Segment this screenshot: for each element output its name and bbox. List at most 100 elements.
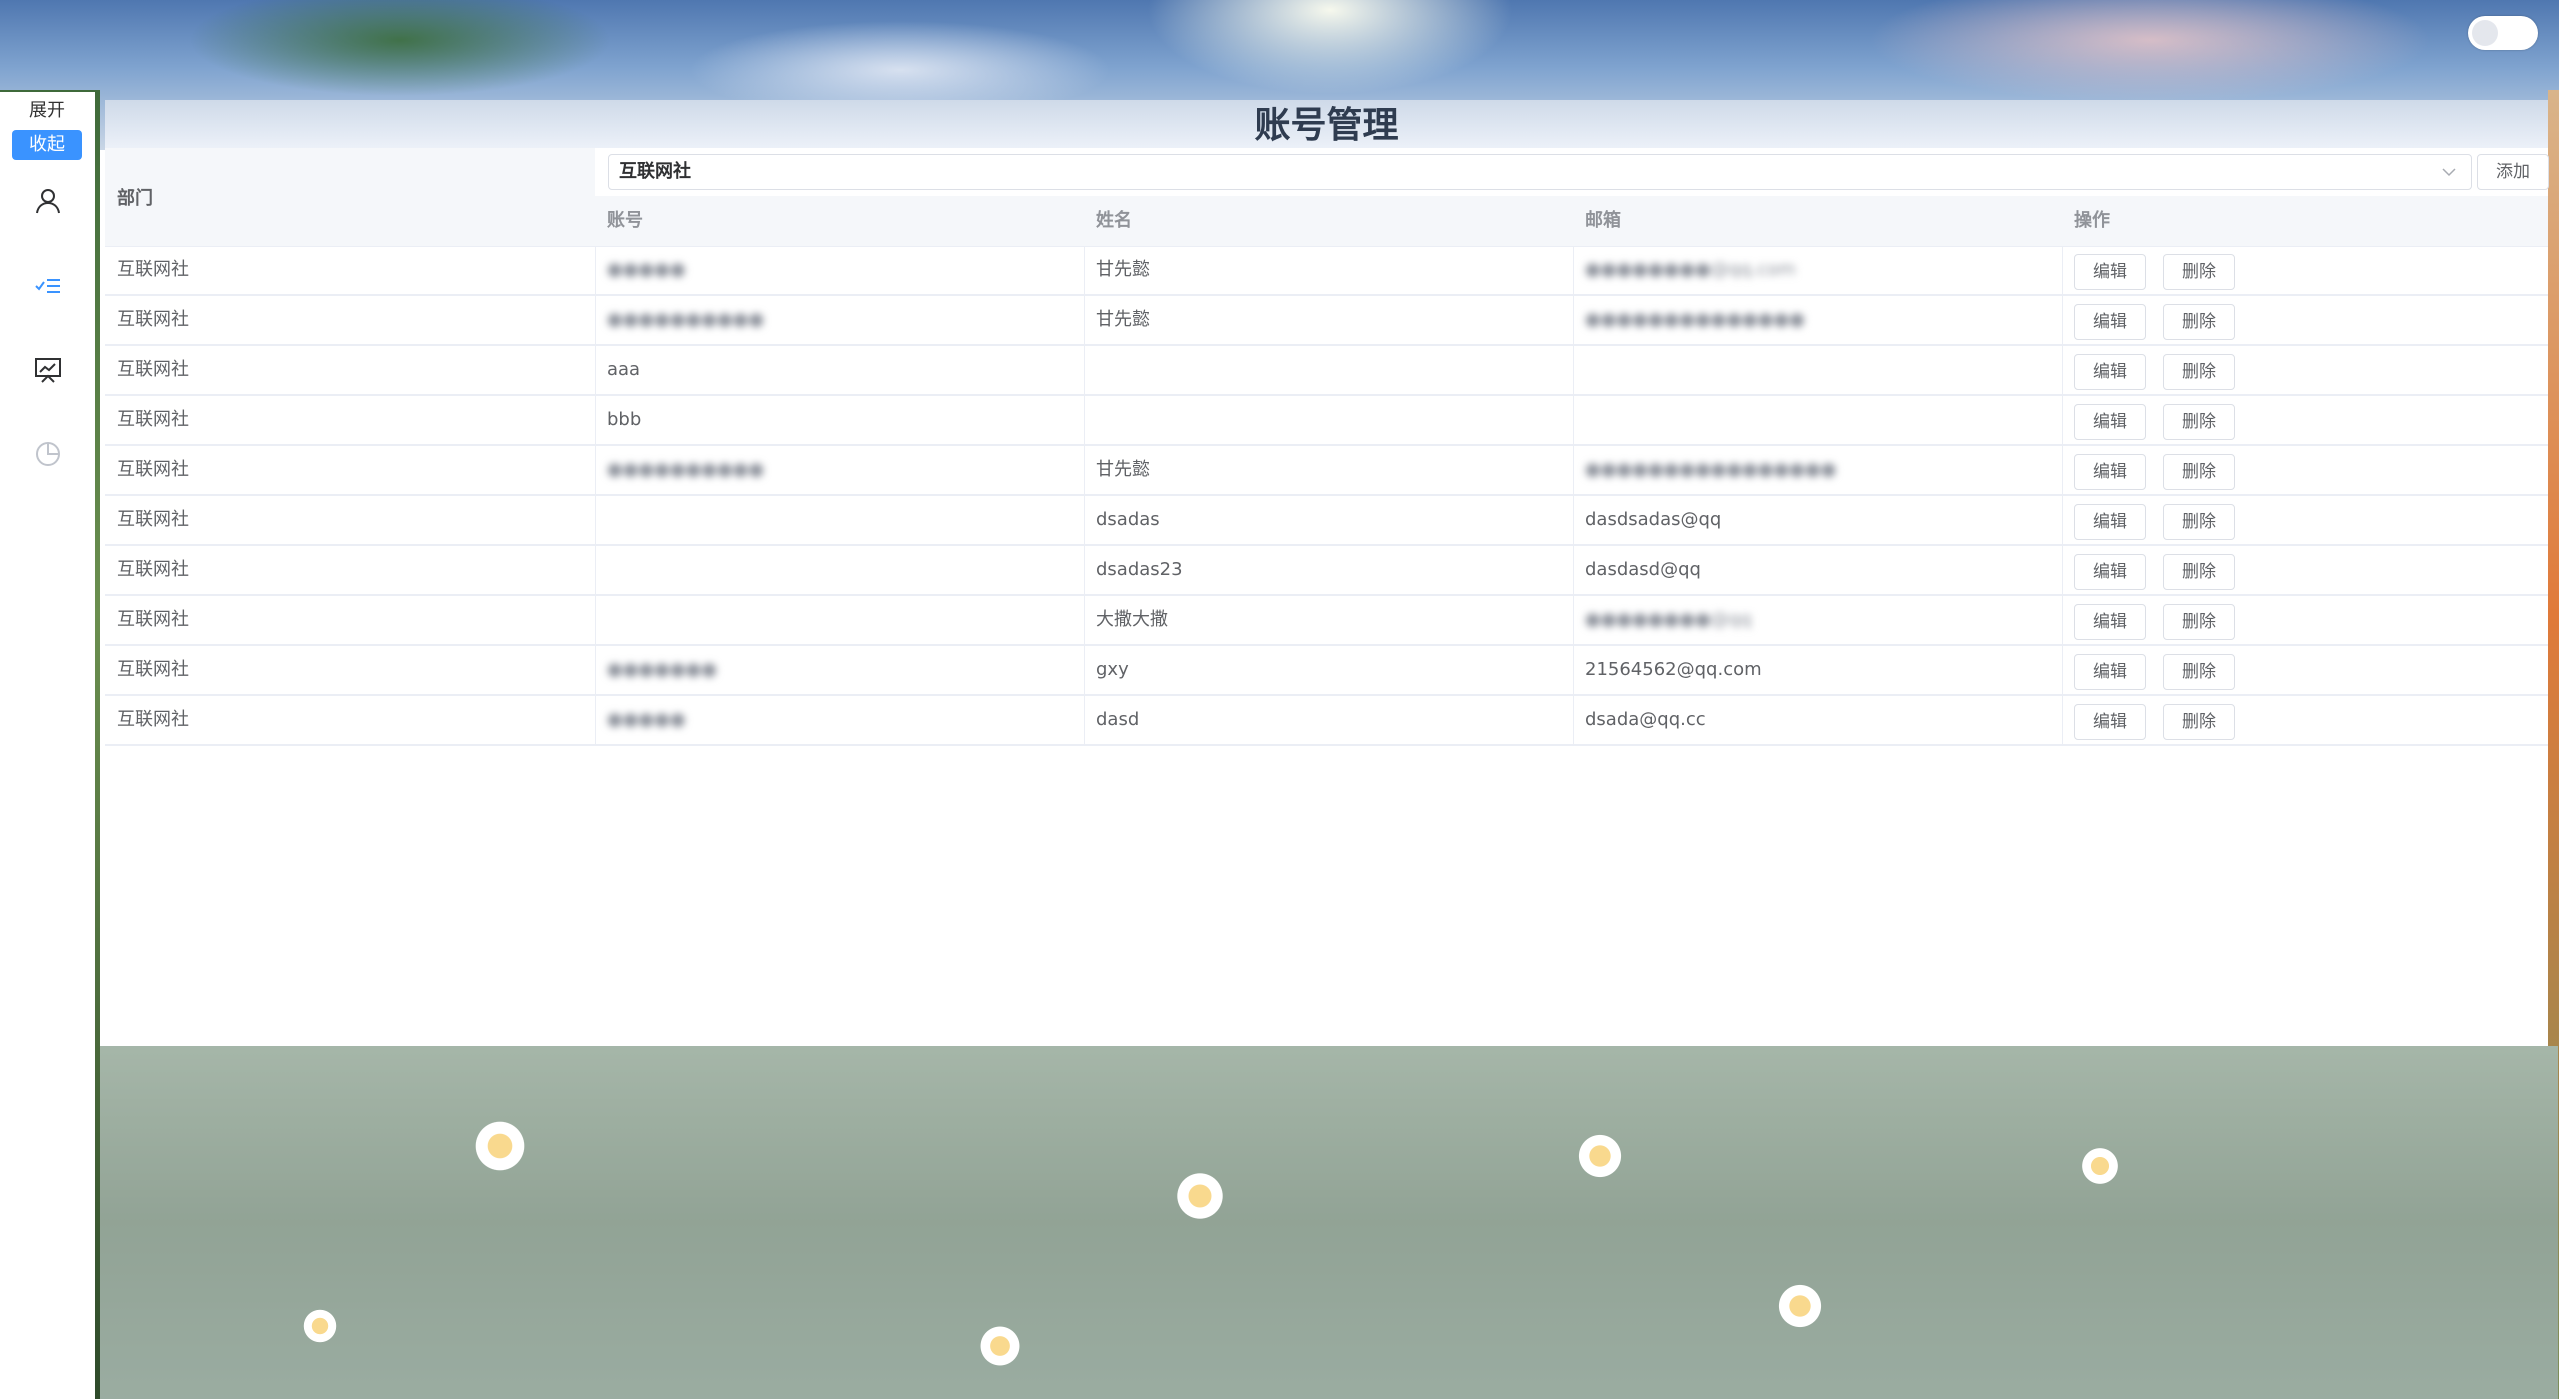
column-divider bbox=[2062, 246, 2063, 294]
delete-button[interactable]: 删除 bbox=[2163, 254, 2235, 290]
collapse-button[interactable]: 收起 bbox=[12, 130, 82, 160]
account-cell: aaa bbox=[607, 359, 641, 380]
column-divider bbox=[2062, 396, 2063, 444]
chevron-down-icon bbox=[2442, 168, 2456, 177]
column-divider bbox=[1573, 646, 1574, 694]
delete-button[interactable]: 删除 bbox=[2163, 654, 2235, 690]
delete-button[interactable]: 删除 bbox=[2163, 704, 2235, 740]
account-cell: ●●●●●●●●●● bbox=[607, 309, 765, 330]
account-cell bbox=[607, 546, 1077, 594]
column-divider bbox=[595, 696, 596, 744]
department-select-value: 互联网社 bbox=[619, 161, 691, 182]
email-cell: ●●●●●●●●@qq.com bbox=[1585, 259, 1796, 280]
sidebar: 展开 收起 bbox=[0, 92, 95, 1399]
table-header-row: 账号 姓名 邮箱 操作 bbox=[595, 196, 2548, 247]
column-divider bbox=[595, 546, 596, 594]
name-cell: dasd bbox=[1096, 709, 1140, 730]
column-divider bbox=[2062, 496, 2063, 544]
delete-button[interactable]: 删除 bbox=[2163, 404, 2235, 440]
column-divider bbox=[1084, 296, 1085, 344]
account-cell: ●●●●● bbox=[607, 709, 686, 730]
table-row: 互联网社 aaa 编辑 删除 bbox=[105, 346, 2548, 396]
delete-button[interactable]: 删除 bbox=[2163, 454, 2235, 490]
pie-chart-icon[interactable] bbox=[30, 436, 66, 472]
edit-button[interactable]: 编辑 bbox=[2074, 354, 2146, 390]
dept-cell: 互联网社 bbox=[117, 509, 189, 530]
user-icon[interactable] bbox=[30, 184, 66, 220]
email-cell: ●●●●●●●●@qq bbox=[1585, 609, 1752, 630]
column-divider bbox=[1084, 446, 1085, 494]
edit-button[interactable]: 编辑 bbox=[2074, 304, 2146, 340]
column-divider bbox=[1573, 496, 1574, 544]
table-row: 互联网社 dsadas dasdsadas@qq 编辑 删除 bbox=[105, 496, 2548, 546]
column-divider bbox=[2062, 296, 2063, 344]
table-row: 互联网社 ●●●●● dasd dsada@qq.cc 编辑 删除 bbox=[105, 696, 2548, 746]
name-cell: 大撒大撒 bbox=[1096, 609, 1168, 630]
theme-toggle[interactable] bbox=[2468, 16, 2538, 50]
edit-button[interactable]: 编辑 bbox=[2074, 454, 2146, 490]
delete-button[interactable]: 删除 bbox=[2163, 554, 2235, 590]
delete-button[interactable]: 删除 bbox=[2163, 354, 2235, 390]
table-row: 互联网社 ●●●●●●●●●● 甘先懿 ●●●●●●●●●●●●●●●● 编辑 删除 bbox=[105, 446, 2548, 496]
edit-button[interactable]: 编辑 bbox=[2074, 654, 2146, 690]
column-divider bbox=[1084, 396, 1085, 444]
delete-button[interactable]: 删除 bbox=[2163, 604, 2235, 640]
account-cell: bbb bbox=[607, 409, 642, 430]
edit-button[interactable]: 编辑 bbox=[2074, 704, 2146, 740]
column-divider bbox=[1573, 596, 1574, 644]
column-divider bbox=[1084, 246, 1085, 294]
name-cell bbox=[1096, 396, 1566, 444]
column-divider bbox=[1573, 246, 1574, 294]
page-title: 账号管理 bbox=[1254, 105, 1399, 146]
dept-cell: 互联网社 bbox=[117, 659, 189, 680]
expand-button[interactable]: 展开 bbox=[12, 96, 82, 126]
column-divider bbox=[1084, 546, 1085, 594]
column-divider bbox=[2062, 446, 2063, 494]
edit-button[interactable]: 编辑 bbox=[2074, 504, 2146, 540]
email-cell: dsada@qq.cc bbox=[1585, 709, 1706, 730]
edit-button[interactable]: 编辑 bbox=[2074, 604, 2146, 640]
edit-button[interactable]: 编辑 bbox=[2074, 404, 2146, 440]
table-row: 互联网社 大撒大撒 ●●●●●●●●@qq 编辑 删除 bbox=[105, 596, 2548, 646]
edit-button[interactable]: 编辑 bbox=[2074, 254, 2146, 290]
column-divider bbox=[1084, 596, 1085, 644]
table-row: 互联网社 ●●●●●●● gxy 21564562@qq.com 编辑 删除 bbox=[105, 646, 2548, 696]
column-divider bbox=[595, 396, 596, 444]
column-divider bbox=[1573, 296, 1574, 344]
account-cell: ●●●●● bbox=[607, 259, 686, 280]
account-cell bbox=[607, 496, 1077, 544]
name-cell bbox=[1096, 346, 1566, 394]
department-select[interactable]: 互联网社 bbox=[608, 154, 2472, 190]
column-divider bbox=[1084, 346, 1085, 394]
email-cell: ●●●●●●●●●●●●●● bbox=[1585, 309, 1805, 330]
name-cell: gxy bbox=[1096, 659, 1129, 680]
column-header-account: 账号 bbox=[607, 210, 643, 231]
table-row: 互联网社 bbb 编辑 删除 bbox=[105, 396, 2548, 446]
department-header-cell: 部门 bbox=[105, 148, 595, 247]
name-cell: 甘先懿 bbox=[1096, 459, 1150, 480]
delete-button[interactable]: 删除 bbox=[2163, 504, 2235, 540]
column-divider bbox=[595, 646, 596, 694]
column-divider bbox=[1084, 646, 1085, 694]
delete-button[interactable]: 删除 bbox=[2163, 304, 2235, 340]
column-header-email: 邮箱 bbox=[1585, 210, 1621, 231]
table-row: 互联网社 ●●●●●●●●●● 甘先懿 ●●●●●●●●●●●●●● 编辑 删除 bbox=[105, 296, 2548, 346]
dept-cell: 互联网社 bbox=[117, 709, 189, 730]
edit-button[interactable]: 编辑 bbox=[2074, 554, 2146, 590]
column-divider bbox=[595, 446, 596, 494]
presentation-chart-icon[interactable] bbox=[30, 352, 66, 388]
table-row: 互联网社 ●●●●● 甘先懿 ●●●●●●●●@qq.com 编辑 删除 bbox=[105, 246, 2548, 296]
email-cell: dasdasd@qq bbox=[1585, 559, 1701, 580]
name-cell: dsadas bbox=[1096, 509, 1160, 530]
column-divider bbox=[2062, 696, 2063, 744]
list-check-icon[interactable] bbox=[30, 268, 66, 304]
department-label: 部门 bbox=[117, 188, 153, 209]
column-divider bbox=[1573, 546, 1574, 594]
add-button[interactable]: 添加 bbox=[2477, 154, 2549, 190]
table-body: 互联网社 ●●●●● 甘先懿 ●●●●●●●●@qq.com 编辑 删除 互联网社 ●●●●●… bbox=[105, 246, 2548, 746]
dept-cell: 互联网社 bbox=[117, 459, 189, 480]
name-cell: dsadas23 bbox=[1096, 559, 1183, 580]
column-divider bbox=[1573, 396, 1574, 444]
account-cell bbox=[607, 596, 1077, 644]
column-divider bbox=[2062, 546, 2063, 594]
